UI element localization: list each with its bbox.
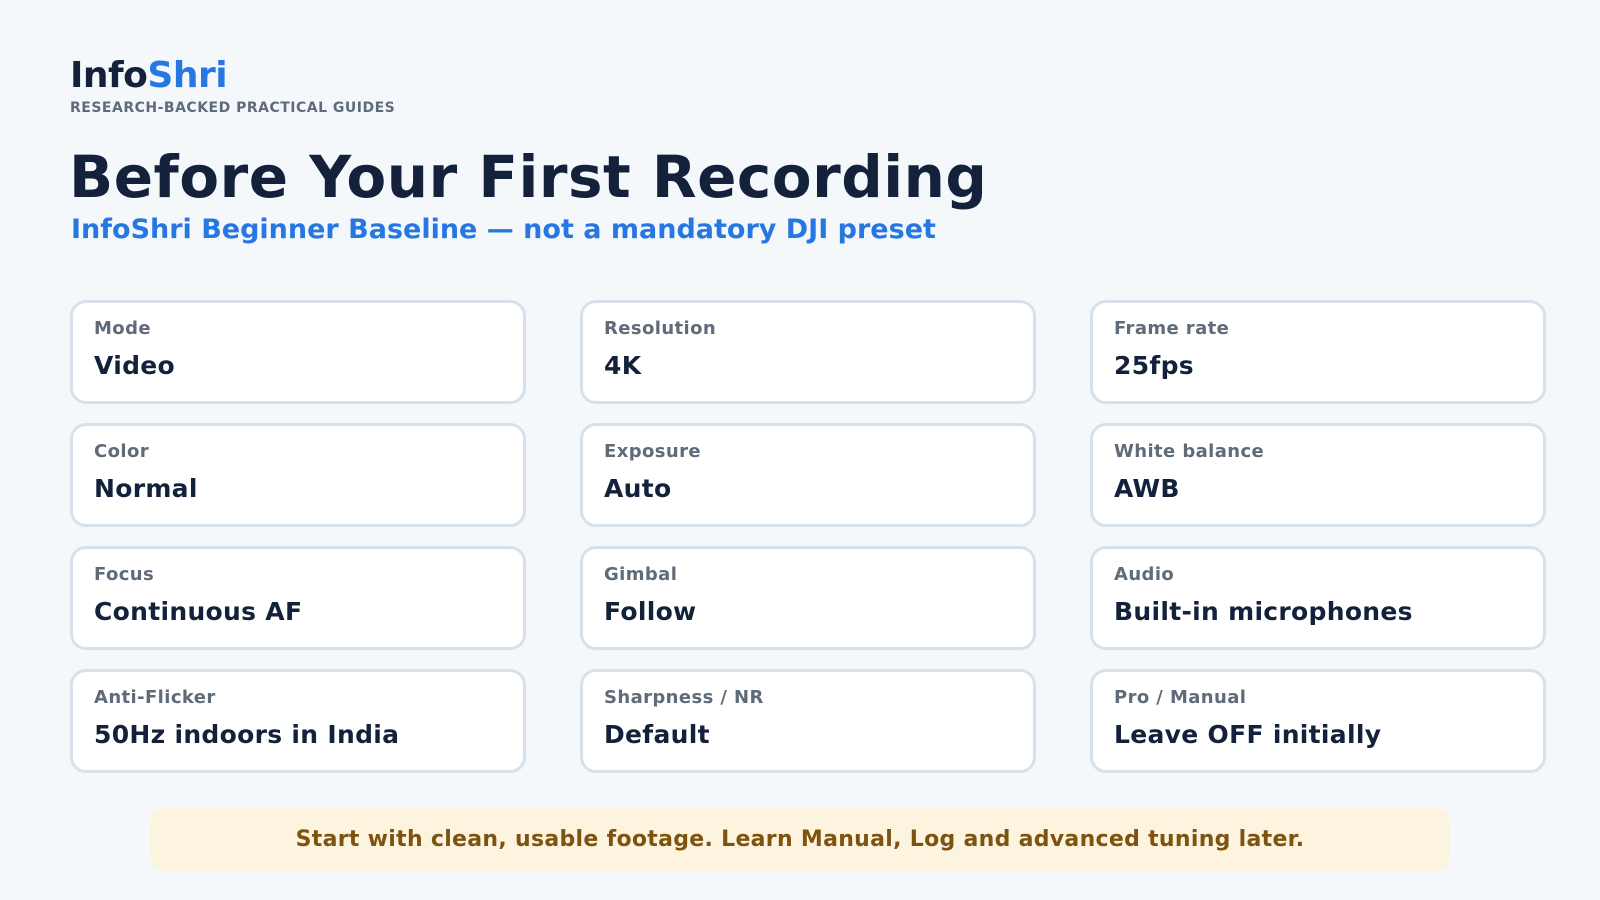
setting-value: 25fps	[1114, 351, 1194, 380]
setting-label: Frame rate	[1114, 318, 1230, 339]
brand-logo: InfoShri	[70, 54, 228, 98]
setting-label: Sharpness / NR	[604, 687, 764, 708]
settings-grid: Mode Video Resolution 4K Frame rate 25fp…	[70, 300, 1546, 773]
setting-card-anti-flicker: Anti-Flicker 50Hz indoors in India	[70, 669, 526, 773]
setting-label: Pro / Manual	[1114, 687, 1247, 708]
setting-label: Gimbal	[604, 564, 678, 585]
setting-card-white-balance: White balance AWB	[1090, 423, 1546, 527]
setting-value: Default	[604, 720, 710, 749]
setting-label: White balance	[1114, 441, 1265, 462]
tip-text: Start with clean, usable footage. Learn …	[295, 826, 1305, 852]
setting-value: Follow	[604, 597, 697, 626]
setting-label: Anti-Flicker	[94, 687, 216, 708]
setting-value: 50Hz indoors in India	[94, 720, 400, 749]
setting-label: Resolution	[604, 318, 717, 339]
setting-value: Auto	[604, 474, 672, 503]
setting-value: 4K	[604, 351, 642, 380]
setting-value: Leave OFF initially	[1114, 720, 1382, 749]
setting-label: Focus	[94, 564, 155, 585]
setting-card-focus: Focus Continuous AF	[70, 546, 526, 650]
brand-name-shri: Shri	[147, 55, 228, 96]
setting-card-audio: Audio Built-in microphones	[1090, 546, 1546, 650]
setting-label: Color	[94, 441, 149, 462]
tip-banner: Start with clean, usable footage. Learn …	[150, 807, 1450, 871]
setting-value: Normal	[94, 474, 198, 503]
setting-card-sharpness-nr: Sharpness / NR Default	[580, 669, 1036, 773]
brand-name-info: Info	[70, 55, 148, 96]
setting-label: Exposure	[604, 441, 701, 462]
page-subtitle: InfoShri Beginner Baseline — not a manda…	[71, 214, 936, 245]
setting-card-mode: Mode Video	[70, 300, 526, 404]
setting-value: Video	[94, 351, 176, 380]
setting-card-resolution: Resolution 4K	[580, 300, 1036, 404]
setting-label: Audio	[1114, 564, 1175, 585]
setting-card-frame-rate: Frame rate 25fps	[1090, 300, 1546, 404]
page-title: Before Your First Recording	[69, 143, 988, 211]
setting-card-color: Color Normal	[70, 423, 526, 527]
setting-value: AWB	[1114, 474, 1180, 503]
setting-card-exposure: Exposure Auto	[580, 423, 1036, 527]
setting-value: Built-in microphones	[1114, 597, 1413, 626]
setting-card-pro-manual: Pro / Manual Leave OFF initially	[1090, 669, 1546, 773]
setting-label: Mode	[94, 318, 151, 339]
setting-card-gimbal: Gimbal Follow	[580, 546, 1036, 650]
setting-value: Continuous AF	[94, 597, 303, 626]
brand-tagline: RESEARCH-BACKED PRACTICAL GUIDES	[70, 100, 396, 116]
